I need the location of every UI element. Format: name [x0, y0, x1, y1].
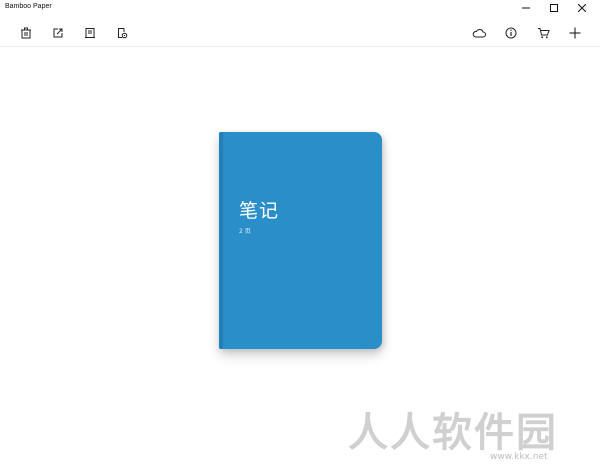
cart-icon	[537, 28, 550, 39]
notebook-settings-icon	[118, 28, 128, 39]
minimize-button[interactable]	[512, 0, 540, 16]
notebook-title: 笔记	[239, 200, 280, 222]
title-bar: Bamboo Paper	[0, 0, 600, 16]
info-icon	[505, 27, 517, 39]
notebook-settings-button[interactable]	[112, 23, 132, 43]
notebook-cover-icon	[85, 28, 95, 38]
notebook-page-count: 2 页	[239, 228, 251, 235]
maximize-icon	[550, 4, 558, 12]
notebook-cover-button[interactable]	[80, 23, 100, 43]
add-notebook-button[interactable]	[565, 23, 585, 43]
info-button[interactable]	[501, 23, 521, 43]
store-button[interactable]	[533, 23, 553, 43]
plus-icon	[569, 27, 581, 39]
maximize-button[interactable]	[540, 0, 568, 16]
share-button[interactable]	[48, 23, 68, 43]
app-title: Bamboo Paper	[5, 3, 52, 10]
cloud-icon	[472, 29, 486, 38]
share-icon	[53, 28, 63, 38]
notebook-spine	[219, 132, 223, 349]
watermark-text: 人人软件园	[348, 410, 558, 456]
notebook-card[interactable]: 笔记 2 页	[219, 132, 382, 349]
close-icon	[578, 4, 586, 12]
watermark-url: www.kkx.net	[490, 452, 548, 462]
toolbar	[0, 20, 600, 47]
close-button[interactable]	[568, 0, 596, 16]
cloud-sync-button[interactable]	[469, 23, 489, 43]
delete-button[interactable]	[16, 23, 36, 43]
watermark: 人人软件园 www.kkx.net	[340, 398, 595, 465]
minimize-icon	[522, 7, 530, 9]
trash-icon	[21, 27, 31, 39]
